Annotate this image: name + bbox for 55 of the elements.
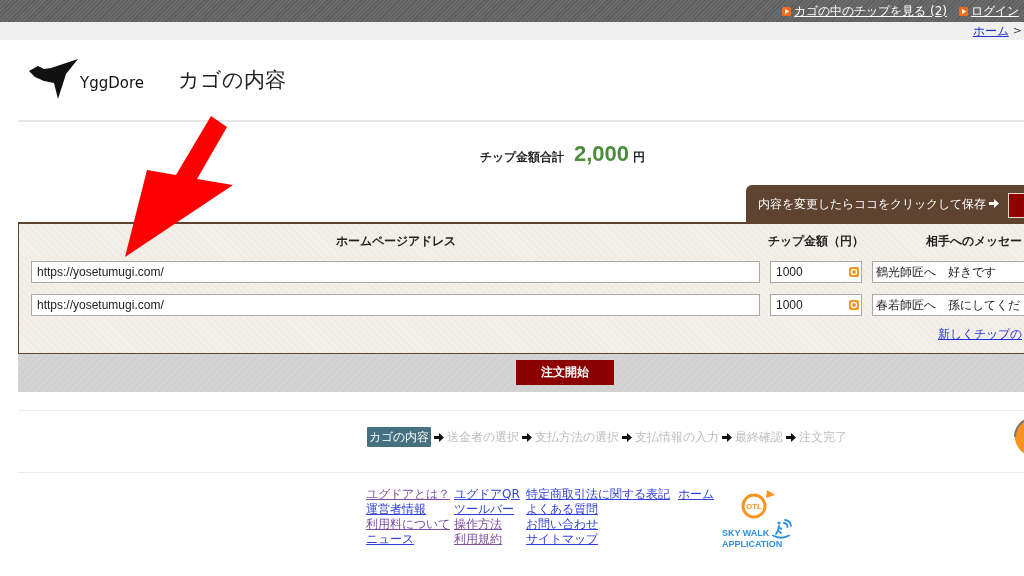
step-label: 支払方法の選択: [535, 429, 619, 445]
amount-field[interactable]: 1000: [770, 261, 862, 283]
footer-link[interactable]: 運営者情報: [366, 502, 426, 517]
top-bar-link[interactable]: カゴの中のチップを見る (2): [794, 3, 947, 19]
footer-link[interactable]: よくある質問: [526, 502, 598, 517]
footer-link[interactable]: 操作方法: [454, 517, 502, 532]
footer-link[interactable]: 利用規約: [454, 532, 502, 547]
amount-field[interactable]: 1000: [770, 294, 862, 316]
arrow-icon: [989, 199, 999, 208]
column-header: 相手へのメッセー: [926, 233, 1022, 249]
footer-link[interactable]: サイトマップ: [526, 532, 598, 547]
order-button[interactable]: 注文開始: [516, 359, 614, 385]
footer-link[interactable]: ホーム: [678, 487, 714, 502]
step-label: 最終確認: [735, 429, 783, 445]
message-field[interactable]: 鶴光師匠へ 好きです: [872, 261, 1024, 283]
footer-link[interactable]: ユグドアQR: [454, 487, 520, 502]
arrow-icon: [722, 432, 732, 442]
breadcrumb-separator: >: [1012, 24, 1022, 38]
breadcrumb-link[interactable]: ホーム: [972, 23, 1009, 39]
arrow-icon: [434, 432, 444, 442]
top-bar-link[interactable]: ログイン: [971, 3, 1019, 19]
ring-icon[interactable]: [849, 267, 859, 277]
save-hint-text: 内容を変更したらココをクリックして保存: [758, 195, 986, 212]
play-icon: [959, 6, 968, 16]
url-field[interactable]: https://yosetumugi.com/: [31, 261, 760, 283]
footer-link[interactable]: お問い合わせ: [526, 517, 598, 532]
step-label: 注文完了: [799, 429, 847, 445]
step-label: 送金者の選択: [447, 429, 519, 445]
bird-logo-icon[interactable]: [29, 58, 78, 99]
arrow-icon: [622, 432, 632, 442]
save-button[interactable]: [1008, 192, 1024, 218]
currency-unit: 円: [633, 148, 646, 166]
app-logo-text[interactable]: APPLICATION: [722, 539, 793, 550]
footer-link[interactable]: 利用料について: [366, 517, 450, 532]
step-label: 支払情報の入力: [635, 429, 719, 445]
column-header: ホームページアドレス: [335, 233, 456, 249]
step-label: カゴの内容: [367, 427, 431, 447]
page-title: カゴの内容: [178, 67, 286, 94]
walking-person-icon[interactable]: [772, 519, 793, 539]
app-logo-text[interactable]: SKY WALK: [722, 528, 770, 539]
logo-wordmark[interactable]: YggDore: [80, 74, 144, 92]
message-field[interactable]: 春若師匠へ 孫にしてくだ: [872, 294, 1024, 316]
arrow-icon: [522, 432, 532, 442]
total-amount: 2,000: [574, 140, 630, 167]
url-field[interactable]: https://yosetumugi.com/: [31, 294, 760, 316]
column-header: チップ金額（円）: [768, 233, 864, 249]
footer-link[interactable]: ユグドアとは？: [366, 487, 450, 502]
add-tip-link[interactable]: 新しくチップの: [938, 326, 1022, 342]
arrow-icon: [786, 432, 796, 442]
footer-link[interactable]: ニュース: [366, 532, 414, 547]
ring-icon[interactable]: [849, 300, 859, 310]
play-icon: [782, 6, 792, 16]
total-label: チップ金額合計: [480, 148, 564, 166]
footer-link[interactable]: ツールバー: [454, 502, 514, 517]
footer-link[interactable]: 特定商取引法に関する表記: [526, 487, 670, 502]
